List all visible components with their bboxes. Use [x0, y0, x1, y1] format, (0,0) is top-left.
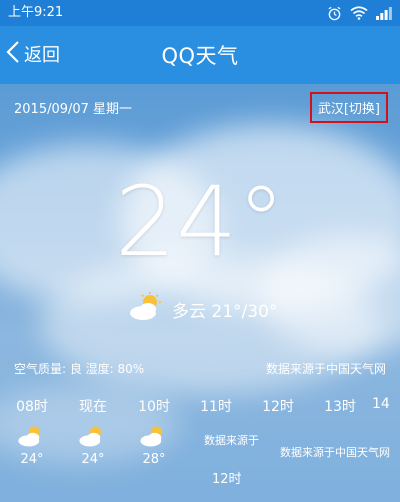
title-bar: 返回 QQ天气	[0, 26, 400, 84]
wifi-icon	[350, 6, 368, 20]
signal-icon	[376, 6, 392, 20]
condition-row: 多云 21°/30°	[128, 292, 277, 326]
hour-label: 12时	[212, 472, 242, 487]
city-switch-button[interactable]: 武汉[切换]	[309, 92, 388, 123]
weather-panel: 2015/09/07 星期一 武汉[切换] 24° 多云 21°/30° 空气质…	[0, 84, 400, 502]
hour-label: 08时	[16, 399, 48, 415]
hour-label: 14	[372, 396, 390, 412]
hour-item: 08时 24°	[2, 396, 62, 467]
hour-item: 12时	[248, 396, 308, 416]
partly-cloudy-icon	[128, 292, 166, 326]
data-source-text: 数据来源于中国天气网	[265, 362, 386, 376]
hour-label: 10时	[138, 399, 170, 415]
hour-label: 12时	[262, 399, 294, 415]
partly-cloudy-icon	[63, 424, 123, 448]
status-icons	[327, 4, 392, 22]
hour-item: 11时	[186, 396, 246, 416]
hour-item: 14	[372, 396, 400, 412]
page-title: QQ天气	[161, 44, 239, 68]
hour-temp: 24°	[20, 452, 44, 467]
hour-temp: 24°	[81, 452, 105, 467]
data-source-fragment: 数据来源于中国天气网	[280, 446, 390, 459]
alarm-icon	[327, 6, 342, 21]
hour-label: 13时	[324, 399, 356, 415]
status-time: 上午9:21	[8, 5, 64, 20]
partly-cloudy-icon	[124, 424, 184, 448]
hourly-forecast[interactable]: 08时 24° 现在 24° 10时 28° 11时 12时 13时 14 数据…	[0, 396, 400, 502]
hour-label: 11时	[200, 399, 232, 415]
hour-label: 现在	[79, 399, 107, 415]
partly-cloudy-icon	[2, 424, 62, 448]
date-text: 2015/09/07 星期一	[14, 102, 133, 117]
condition-text: 多云 21°/30°	[172, 301, 278, 322]
hour-item: 现在 24°	[63, 396, 123, 467]
hour-item: 10时 28°	[124, 396, 184, 467]
status-bar: 上午9:21	[0, 0, 400, 26]
current-temperature: 24°	[114, 166, 286, 278]
hour-temp: 28°	[142, 452, 166, 467]
hour-item: 13时	[310, 396, 370, 416]
air-quality-text: 空气质量: 良 湿度: 80%	[14, 362, 145, 376]
data-source-fragment: 数据来源于	[204, 434, 259, 447]
